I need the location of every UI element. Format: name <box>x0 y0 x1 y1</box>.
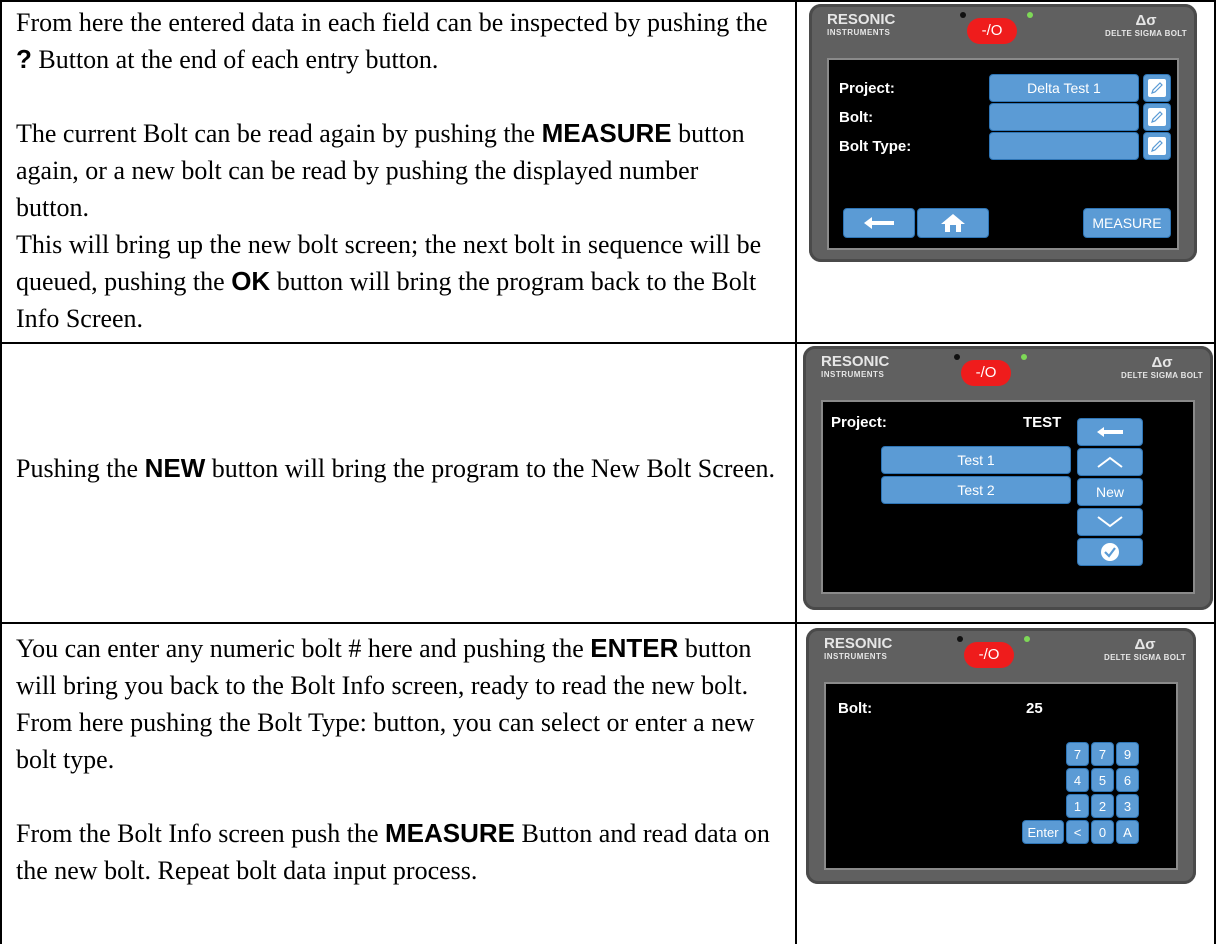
home-icon <box>941 214 965 232</box>
paragraph: Pushing the NEW button will bring the pr… <box>16 450 776 487</box>
keyword: NEW <box>144 453 206 483</box>
project-value: TEST <box>1023 414 1062 431</box>
a-key[interactable]: A <box>1116 820 1139 844</box>
screen: Bolt: 25 779456123 Enter < 0 A <box>824 682 1178 870</box>
text-span: From the Bolt Info screen push the <box>16 819 385 848</box>
text-span: You can enter any numeric bolt # here an… <box>16 634 591 663</box>
enter-key[interactable]: Enter <box>1022 820 1064 844</box>
edit-icon <box>1151 111 1163 123</box>
table-row-divider-1 <box>0 342 1216 344</box>
bolt-type-label: Bolt Type: <box>839 138 912 155</box>
chevron-up-icon <box>1097 456 1123 468</box>
chevron-down-icon <box>1097 516 1123 528</box>
keyword: ENTER <box>590 633 679 663</box>
bolt-type-inspect-button[interactable] <box>1143 132 1171 160</box>
document-page: From here the entered data in each field… <box>0 0 1216 944</box>
keyword: MEASURE <box>541 118 672 148</box>
project-label: Project: <box>839 80 895 97</box>
device-bolt-info: RESONIC INSTRUMENTS -/O Δσ DELTE SIGMA B… <box>809 4 1197 262</box>
table-border-left <box>0 0 2 944</box>
status-led-dark <box>960 12 966 18</box>
digit-key[interactable]: 1 <box>1066 794 1089 818</box>
bolt-value: 25 <box>1026 700 1043 717</box>
power-button[interactable]: -/O <box>967 18 1017 44</box>
list-item[interactable]: Test 1 <box>881 446 1071 474</box>
digit-key[interactable]: 2 <box>1091 794 1114 818</box>
back-arrow-icon <box>1097 427 1123 437</box>
digit-key[interactable]: 5 <box>1091 768 1114 792</box>
scroll-down-button[interactable] <box>1077 508 1143 536</box>
list-item[interactable]: Test 2 <box>881 476 1071 504</box>
back-arrow-icon <box>864 217 894 229</box>
status-led-dark <box>954 354 960 360</box>
project-field-button[interactable]: Delta Test 1 <box>989 74 1139 102</box>
row1-text: From here the entered data in each field… <box>16 4 776 337</box>
brand-logo: RESONIC INSTRUMENTS <box>827 11 896 38</box>
check-circle-icon <box>1101 543 1119 561</box>
text-span: Pushing the <box>16 454 145 483</box>
paragraph: This will bring up the new bolt screen; … <box>16 226 776 337</box>
project-label: Project: <box>831 414 887 431</box>
device-keypad: RESONIC INSTRUMENTS -/O Δσ DELTE SIGMA B… <box>806 628 1196 884</box>
text-span: Button at the end of each entry button. <box>31 45 439 74</box>
edit-icon <box>1151 140 1163 152</box>
paragraph: From here the entered data in each field… <box>16 4 776 78</box>
paragraph: The current Bolt can be read again by pu… <box>16 115 776 226</box>
status-led-green <box>1024 636 1030 642</box>
bolt-label: Bolt: <box>838 700 873 717</box>
new-button[interactable]: New <box>1077 478 1143 506</box>
status-led-green <box>1027 12 1033 18</box>
zero-key[interactable]: 0 <box>1091 820 1114 844</box>
backspace-key[interactable]: < <box>1066 820 1089 844</box>
row2-text: Pushing the NEW button will bring the pr… <box>16 450 776 487</box>
keyword: OK <box>231 266 271 296</box>
back-button[interactable] <box>1077 418 1143 446</box>
row3-text: You can enter any numeric bolt # here an… <box>16 630 786 889</box>
digit-key[interactable]: 3 <box>1116 794 1139 818</box>
screen: Project: TEST Test 1 Test 2 New <box>821 400 1195 594</box>
bolt-label: Bolt: <box>839 109 874 126</box>
digit-key[interactable]: 6 <box>1116 768 1139 792</box>
edit-icon <box>1151 82 1163 94</box>
scroll-up-button[interactable] <box>1077 448 1143 476</box>
text-span: The current Bolt can be read again by pu… <box>16 119 542 148</box>
back-button[interactable] <box>843 208 915 238</box>
bolt-field-button[interactable] <box>989 103 1139 131</box>
screen: Project: Bolt: Bolt Type: Delta Test 1 M… <box>827 58 1179 250</box>
product-logo: Δσ DELTE SIGMA BOLT <box>1104 636 1186 662</box>
brand-logo: RESONIC INSTRUMENTS <box>824 635 893 662</box>
status-led-green <box>1021 354 1027 360</box>
table-column-divider <box>795 0 797 944</box>
product-logo: Δσ DELTE SIGMA BOLT <box>1121 354 1203 380</box>
bolt-type-field-button[interactable] <box>989 132 1139 160</box>
product-logo: Δσ DELTE SIGMA BOLT <box>1105 12 1187 38</box>
measure-button[interactable]: MEASURE <box>1083 208 1171 238</box>
table-row-divider-2 <box>0 622 1216 624</box>
paragraph: You can enter any numeric bolt # here an… <box>16 630 786 778</box>
ok-button[interactable] <box>1077 538 1143 566</box>
keyword: ? <box>16 44 32 74</box>
device-bolt-list: RESONIC INSTRUMENTS -/O Δσ DELTE SIGMA B… <box>803 346 1213 610</box>
table-border-top <box>0 0 1216 2</box>
digit-key[interactable]: 7 <box>1091 742 1114 766</box>
digit-key[interactable]: 7 <box>1066 742 1089 766</box>
bolt-inspect-button[interactable] <box>1143 103 1171 131</box>
digit-key[interactable]: 4 <box>1066 768 1089 792</box>
project-inspect-button[interactable] <box>1143 74 1171 102</box>
power-button[interactable]: -/O <box>961 360 1011 386</box>
text-span: From here the entered data in each field… <box>16 8 768 37</box>
home-button[interactable] <box>917 208 989 238</box>
power-button[interactable]: -/O <box>964 642 1014 668</box>
text-span: button will bring the program to the New… <box>205 454 775 483</box>
status-led-dark <box>957 636 963 642</box>
digit-key[interactable]: 9 <box>1116 742 1139 766</box>
paragraph: From the Bolt Info screen push the MEASU… <box>16 815 786 889</box>
brand-logo: RESONIC INSTRUMENTS <box>821 353 890 380</box>
keyword: MEASURE <box>385 818 516 848</box>
